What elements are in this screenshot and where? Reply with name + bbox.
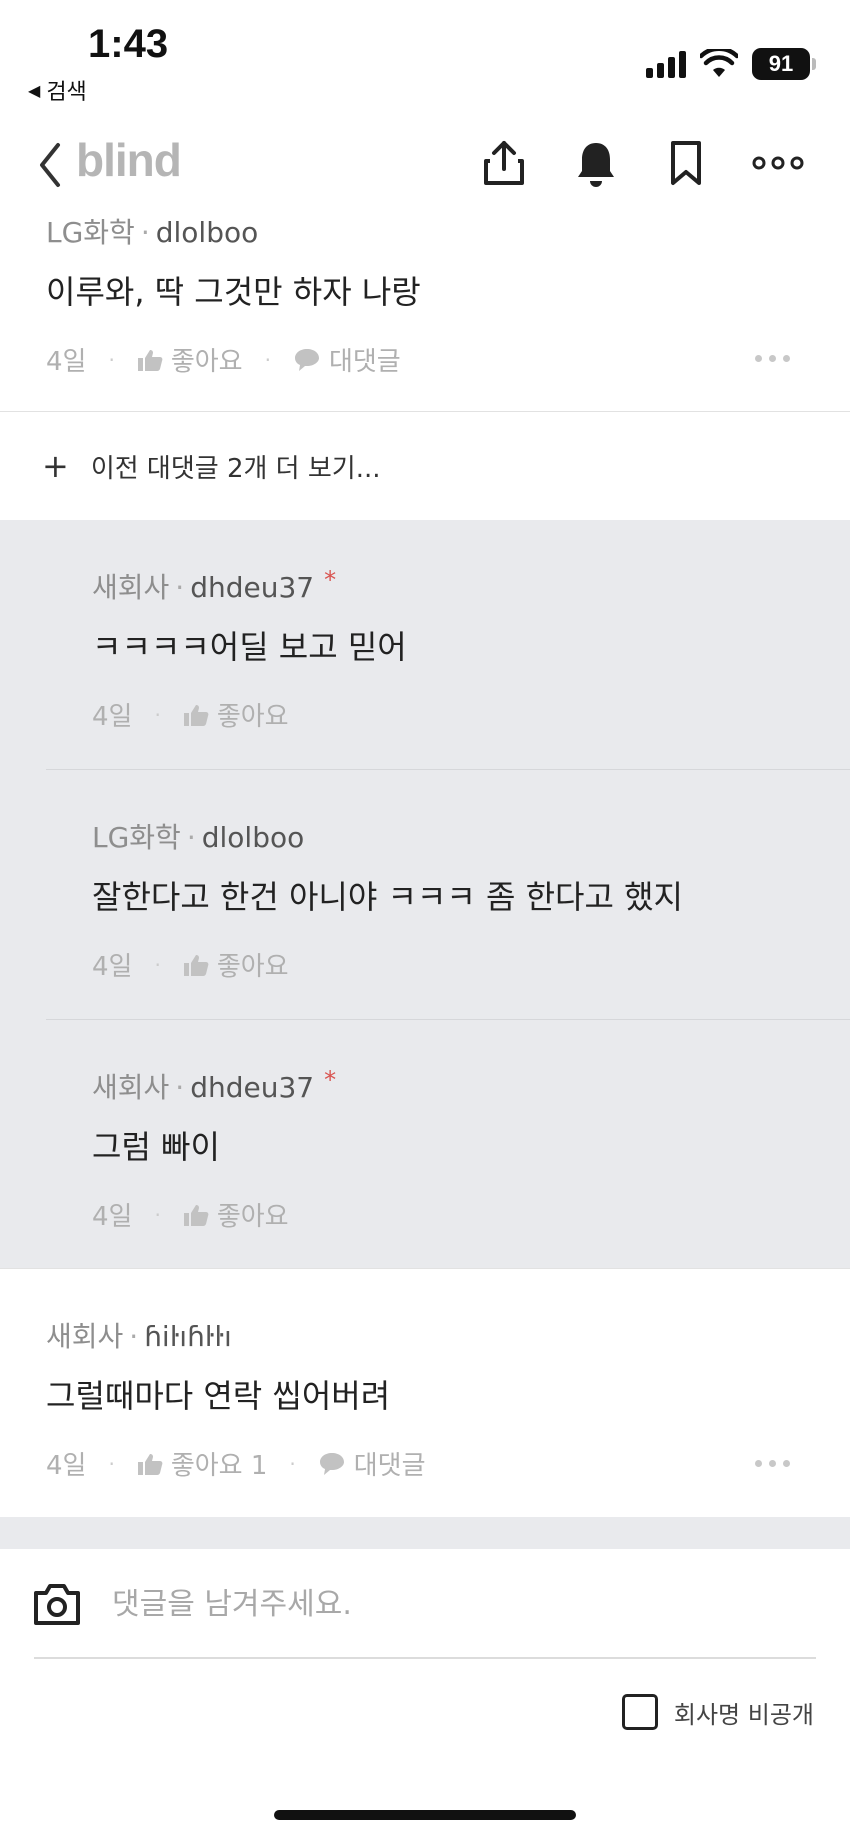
status-back-link[interactable]: ◀ 검색	[28, 74, 87, 106]
bookmark-icon	[671, 141, 701, 185]
status-icons: 91	[646, 48, 816, 80]
input-underline	[34, 1657, 816, 1659]
comment-actions: 4일 · 좋아요 · 대댓글	[46, 341, 401, 378]
load-more-replies-label: 이전 대댓글 2개 더 보기...	[90, 453, 381, 484]
wifi-icon	[700, 49, 738, 77]
comment-composer	[0, 1549, 850, 1659]
comment-item: 새회사 · ɦiŀıɦŀŀı 그럴때마다 연락 씹어버려 4일 · 좋아요 1 · …	[0, 1269, 850, 1517]
like-button[interactable]: 좋아요	[183, 946, 289, 983]
like-button[interactable]: 좋아요	[183, 696, 289, 733]
reply-meta: 새회사 · dhdeu37 *	[92, 1066, 337, 1104]
like-button[interactable]: 좋아요	[137, 341, 243, 378]
back-chevron-icon[interactable]	[34, 139, 70, 191]
comment-input[interactable]	[112, 1577, 812, 1631]
thumbs-up-icon	[183, 954, 209, 976]
reply-actions: 4일 · 좋아요	[92, 1196, 289, 1233]
reply-button[interactable]: 대댓글	[318, 1445, 426, 1482]
like-label: 좋아요	[216, 952, 289, 982]
comment-username[interactable]: ɦiŀıɦŀŀı	[144, 1320, 232, 1353]
author-star-badge: *	[324, 1066, 337, 1094]
battery-icon: 91	[752, 48, 816, 80]
reply-company: 새회사	[92, 1071, 170, 1104]
like-button[interactable]: 좋아요 1	[137, 1445, 268, 1482]
speech-bubble-icon	[319, 1452, 344, 1475]
company-private-label: 회사명 비공개	[673, 1700, 814, 1729]
reply-meta: 새회사 · dhdeu37 *	[92, 566, 337, 604]
reply-label: 대댓글	[328, 347, 401, 377]
plus-icon: +	[42, 447, 69, 485]
load-more-replies-button[interactable]: + 이전 대댓글 2개 더 보기...	[0, 412, 850, 520]
comment-meta: LG화학 · dlolboo	[46, 216, 259, 249]
like-label: 좋아요 1	[170, 1451, 268, 1481]
reply-text: ㅋㅋㅋㅋ어딜 보고 믿어	[92, 628, 407, 666]
like-button[interactable]: 좋아요	[183, 1196, 289, 1233]
bookmark-button[interactable]	[660, 137, 712, 189]
reply-company: 새회사	[92, 571, 170, 604]
company-private-checkbox[interactable]	[621, 1694, 658, 1730]
comment-more-icon[interactable]	[755, 355, 790, 362]
status-bar: 1:43 ◀ 검색 91	[0, 0, 850, 110]
top-nav: blind	[0, 125, 850, 205]
home-indicator[interactable]	[274, 1810, 576, 1820]
comment-actions: 4일 · 좋아요 1 · 대댓글	[46, 1445, 426, 1482]
share-icon	[484, 141, 524, 185]
thumbs-up-icon	[183, 1204, 209, 1226]
section-separator	[0, 1517, 850, 1549]
comment-meta: 새회사 · ɦiŀıɦŀŀı	[46, 1320, 232, 1353]
comment-time: 4일	[46, 347, 87, 377]
like-label: 좋아요	[216, 1202, 289, 1232]
reply-time: 4일	[92, 1202, 133, 1232]
status-time: 1:43	[88, 22, 169, 66]
cellular-signal-icon	[646, 50, 686, 78]
bell-icon	[578, 143, 614, 187]
reply-company: LG화학	[92, 821, 181, 854]
comment-time: 4일	[46, 1451, 87, 1481]
like-label: 좋아요	[170, 347, 243, 377]
comment-text: 그럴때마다 연락 씹어버려	[46, 1377, 391, 1415]
reply-username[interactable]: dhdeu37	[190, 571, 314, 604]
comment-more-icon[interactable]	[755, 1460, 790, 1467]
thumbs-up-icon	[137, 1453, 163, 1475]
back-triangle-icon: ◀	[28, 80, 41, 100]
comment-item: LG화학 · dlolboo 이루와, 딱 그것만 하자 나랑 4일 · 좋아요 ·…	[0, 205, 850, 411]
brand-logo: blind	[76, 134, 182, 186]
reply-time: 4일	[92, 702, 133, 732]
reply-actions: 4일 · 좋아요	[92, 696, 289, 733]
comment-username[interactable]: dlolboo	[156, 216, 259, 249]
reply-item: LG화학 · dlolboo 잘한다고 한건 아니야 ㅋㅋㅋ 좀 한다고 했지 4일…	[0, 770, 850, 1020]
thumbs-up-icon	[137, 349, 163, 371]
company-private-toggle[interactable]: 회사명 비공개	[621, 1694, 814, 1730]
more-horizontal-icon	[752, 156, 804, 170]
status-back-label: 검색	[46, 80, 87, 105]
comment-company: 새회사	[46, 1320, 124, 1353]
share-button[interactable]	[478, 137, 530, 189]
reply-item: 새회사 · dhdeu37 * ㅋㅋㅋㅋ어딜 보고 믿어 4일 · 좋아요	[0, 520, 850, 770]
reply-text: 그럼 빠이	[92, 1128, 220, 1166]
reply-username[interactable]: dhdeu37	[190, 1071, 314, 1104]
reply-thread: 새회사 · dhdeu37 * ㅋㅋㅋㅋ어딜 보고 믿어 4일 · 좋아요 LG화학 ·…	[0, 520, 850, 1268]
reply-username[interactable]: dlolboo	[202, 821, 305, 854]
reply-actions: 4일 · 좋아요	[92, 946, 289, 983]
reply-label: 대댓글	[353, 1451, 426, 1481]
reply-button[interactable]: 대댓글	[293, 341, 401, 378]
like-label: 좋아요	[216, 702, 289, 732]
comment-text: 이루와, 딱 그것만 하자 나랑	[46, 273, 421, 311]
reply-text: 잘한다고 한건 아니야 ㅋㅋㅋ 좀 한다고 했지	[92, 878, 683, 916]
thumbs-up-icon	[183, 704, 209, 726]
more-options-button[interactable]	[752, 137, 804, 189]
reply-meta: LG화학 · dlolboo	[92, 821, 305, 854]
notification-button[interactable]	[570, 137, 622, 189]
author-star-badge: *	[324, 566, 337, 594]
speech-bubble-icon	[294, 348, 319, 371]
reply-item: 새회사 · dhdeu37 * 그럼 빠이 4일 · 좋아요	[0, 1020, 850, 1268]
comment-company: LG화학	[46, 216, 135, 249]
reply-time: 4일	[92, 952, 133, 982]
camera-icon[interactable]	[32, 1581, 82, 1627]
